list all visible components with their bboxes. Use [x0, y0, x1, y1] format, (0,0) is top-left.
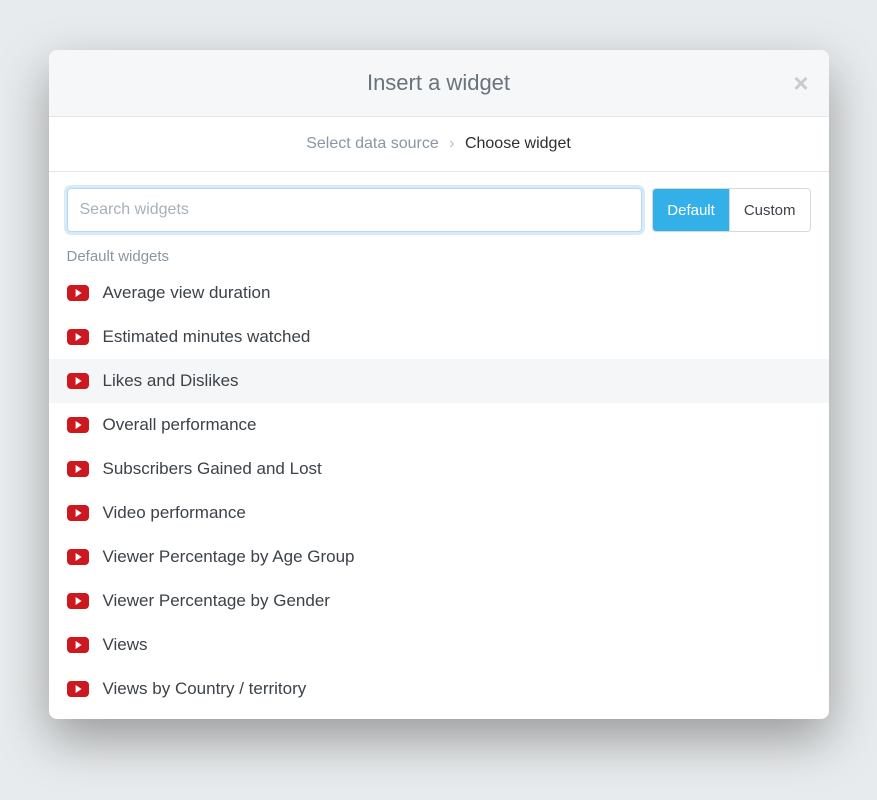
modal-title: Insert a widget [73, 70, 805, 96]
youtube-icon [67, 329, 89, 345]
breadcrumb: Select data source › Choose widget [49, 117, 829, 172]
widget-label: Estimated minutes watched [103, 327, 311, 347]
widget-label: Viewer Percentage by Gender [103, 591, 330, 611]
youtube-icon [67, 461, 89, 477]
widget-label: Average view duration [103, 283, 271, 303]
filter-toggle: Default Custom [652, 188, 810, 232]
list-item[interactable]: Views [49, 623, 829, 667]
list-item[interactable]: Video performance [49, 491, 829, 535]
breadcrumb-select-data-source[interactable]: Select data source [306, 135, 439, 152]
widget-label: Overall performance [103, 415, 257, 435]
widget-label: Video performance [103, 503, 246, 523]
youtube-icon [67, 593, 89, 609]
widget-label: Views by Country / territory [103, 679, 307, 699]
list-item[interactable]: Subscribers Gained and Lost [49, 447, 829, 491]
list-item[interactable]: Estimated minutes watched [49, 315, 829, 359]
section-label: Default widgets [49, 240, 829, 271]
filter-custom-button[interactable]: Custom [730, 189, 810, 231]
search-input[interactable] [67, 188, 643, 232]
youtube-icon [67, 505, 89, 521]
widget-label: Subscribers Gained and Lost [103, 459, 322, 479]
list-item[interactable]: Viewer Percentage by Age Group [49, 535, 829, 579]
youtube-icon [67, 373, 89, 389]
youtube-icon [67, 549, 89, 565]
widget-label: Likes and Dislikes [103, 371, 239, 391]
list-item[interactable]: Overall performance [49, 403, 829, 447]
list-item[interactable]: Views by Country / territory [49, 667, 829, 711]
list-item[interactable]: Average view duration [49, 271, 829, 315]
widget-label: Views [103, 635, 148, 655]
youtube-icon [67, 681, 89, 697]
widget-list: Average view duration Estimated minutes … [49, 271, 829, 719]
close-icon[interactable]: × [793, 70, 808, 96]
filter-default-button[interactable]: Default [653, 189, 730, 231]
search-toolbar: Default Custom [49, 172, 829, 240]
youtube-icon [67, 417, 89, 433]
chevron-right-icon: › [449, 135, 454, 152]
widget-label: Viewer Percentage by Age Group [103, 547, 355, 567]
list-item[interactable]: Viewer Percentage by Gender [49, 579, 829, 623]
insert-widget-modal: Insert a widget × Select data source › C… [49, 50, 829, 719]
list-item[interactable]: Likes and Dislikes [49, 359, 829, 403]
modal-header: Insert a widget × [49, 50, 829, 117]
youtube-icon [67, 637, 89, 653]
breadcrumb-choose-widget: Choose widget [465, 135, 571, 152]
youtube-icon [67, 285, 89, 301]
